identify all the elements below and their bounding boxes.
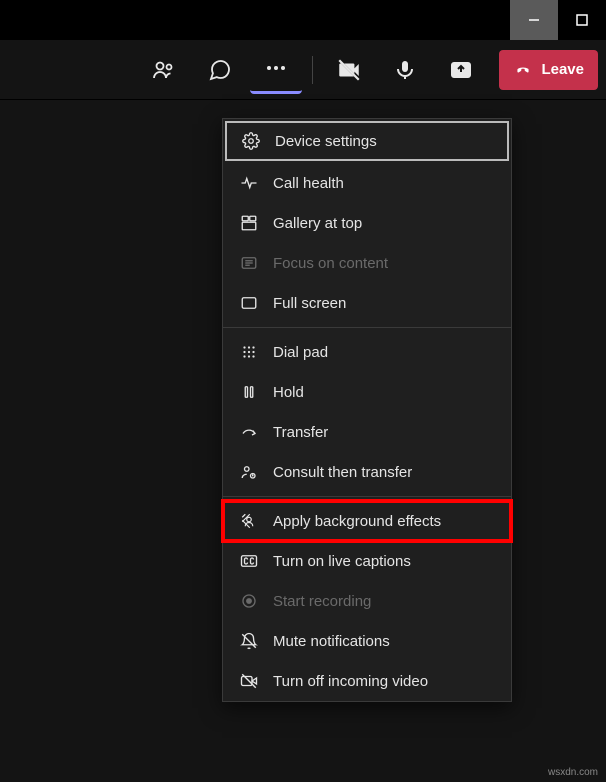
microphone-icon: [393, 58, 417, 82]
menu-item-device-settings[interactable]: Device settings: [225, 121, 509, 161]
menu-item-label: Hold: [273, 384, 304, 401]
menu-item-gallery-at-top[interactable]: Gallery at top: [223, 203, 511, 243]
menu-item-label: Full screen: [273, 295, 346, 312]
hold-icon: [239, 382, 259, 402]
toolbar-divider: [312, 56, 313, 84]
cc-icon: [239, 551, 259, 571]
menu-item-label: Turn on live captions: [273, 553, 411, 570]
menu-item-dial-pad[interactable]: Dial pad: [223, 332, 511, 372]
menu-item-consult-then-transfer[interactable]: Consult then transfer: [223, 452, 511, 492]
menu-item-label: Call health: [273, 175, 344, 192]
focus-icon: [239, 253, 259, 273]
videooff-icon: [239, 671, 259, 691]
minimize-icon: [528, 14, 540, 26]
menu-item-label: Start recording: [273, 593, 371, 610]
more-options-menu: Device settings Call health Gallery at top…: [222, 118, 512, 702]
menu-item-label: Mute notifications: [273, 633, 390, 650]
record-icon: [239, 591, 259, 611]
menu-item-mute-notifications[interactable]: Mute notifications: [223, 621, 511, 661]
menu-item-label: Focus on content: [273, 255, 388, 272]
menu-divider: [223, 496, 511, 497]
menu-item-label: Consult then transfer: [273, 464, 412, 481]
menu-item-focus-on-content: Focus on content: [223, 243, 511, 283]
menu-item-apply-background-effects[interactable]: Apply background effects: [223, 501, 511, 541]
transfer-icon: [239, 422, 259, 442]
call-toolbar: Leave: [0, 40, 606, 100]
leave-label: Leave: [541, 61, 584, 78]
maximize-button[interactable]: [558, 0, 606, 40]
hangup-icon: [513, 60, 533, 80]
pulse-icon: [239, 173, 259, 193]
menu-item-label: Apply background effects: [273, 513, 441, 530]
mic-button[interactable]: [379, 46, 431, 94]
menu-item-start-recording: Start recording: [223, 581, 511, 621]
maximize-icon: [576, 14, 588, 26]
fullscreen-icon: [239, 293, 259, 313]
menu-item-label: Transfer: [273, 424, 328, 441]
consult-icon: [239, 462, 259, 482]
watermark: wsxdn.com: [548, 767, 598, 778]
menu-item-label: Device settings: [275, 133, 377, 150]
background-icon: [239, 511, 259, 531]
menu-item-transfer[interactable]: Transfer: [223, 412, 511, 452]
dialpad-icon: [239, 342, 259, 362]
camera-off-icon: [336, 57, 362, 83]
window-controls: [0, 0, 606, 40]
more-icon: [264, 56, 288, 80]
menu-item-turn-off-incoming-video[interactable]: Turn off incoming video: [223, 661, 511, 701]
menu-divider: [223, 327, 511, 328]
menu-item-turn-on-live-captions[interactable]: Turn on live captions: [223, 541, 511, 581]
gallery-icon: [239, 213, 259, 233]
mutebell-icon: [239, 631, 259, 651]
share-icon: [449, 58, 473, 82]
chat-icon: [208, 58, 232, 82]
people-button[interactable]: [138, 46, 190, 94]
camera-button[interactable]: [323, 46, 375, 94]
share-button[interactable]: [435, 46, 487, 94]
menu-item-label: Turn off incoming video: [273, 673, 428, 690]
leave-button[interactable]: Leave: [499, 50, 598, 90]
menu-item-hold[interactable]: Hold: [223, 372, 511, 412]
more-button[interactable]: [250, 46, 302, 94]
menu-item-label: Dial pad: [273, 344, 328, 361]
people-icon: [152, 58, 176, 82]
menu-item-call-health[interactable]: Call health: [223, 163, 511, 203]
gear-icon: [241, 131, 261, 151]
chat-button[interactable]: [194, 46, 246, 94]
menu-item-label: Gallery at top: [273, 215, 362, 232]
minimize-button[interactable]: [510, 0, 558, 40]
menu-item-full-screen[interactable]: Full screen: [223, 283, 511, 323]
